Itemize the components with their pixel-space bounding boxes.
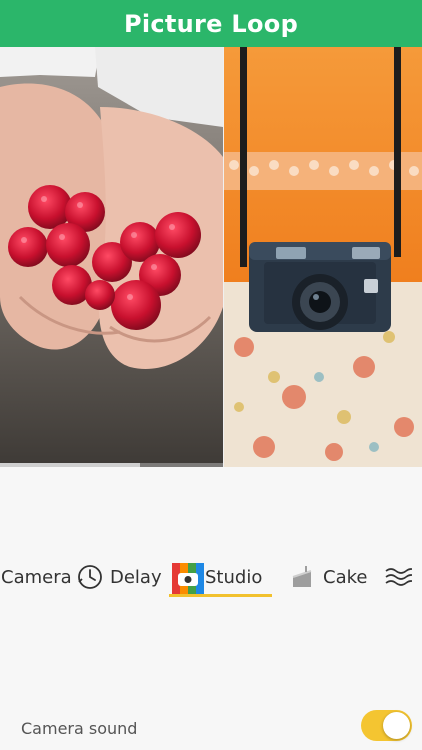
app-header: Picture Loop (0, 0, 422, 47)
mode-cake[interactable]: Cake (289, 555, 367, 599)
photo-raspberries (0, 47, 223, 467)
selected-mode-indicator (169, 594, 272, 597)
mode-delay[interactable]: Delay (76, 555, 162, 599)
mode-studio[interactable]: Studio (172, 555, 262, 599)
mode-studio-label: Studio (205, 566, 263, 588)
loop-progress-bar (0, 463, 223, 467)
camera-sound-label: Camera sound (21, 718, 138, 738)
camera-sound-row: Camera sound (0, 706, 422, 750)
timer-icon (76, 563, 104, 591)
toggle-knob (383, 712, 410, 739)
mode-cake-label: Cake (323, 566, 368, 588)
mode-camera[interactable]: Camera (1, 555, 72, 599)
loop-progress-fill (0, 463, 141, 467)
mode-delay-label: Delay (110, 566, 162, 588)
mode-wave[interactable] (384, 555, 418, 599)
app-title: Picture Loop (123, 9, 299, 38)
mode-camera-label: Camera (1, 566, 72, 588)
mode-selector[interactable]: Camera Delay Studio Cake (0, 555, 422, 599)
camera-sound-toggle[interactable] (361, 710, 412, 741)
photo-camera (224, 47, 422, 467)
loop-preview[interactable] (0, 47, 422, 467)
cake-icon (289, 563, 317, 591)
wave-icon (384, 563, 417, 591)
studio-icon (172, 563, 204, 595)
